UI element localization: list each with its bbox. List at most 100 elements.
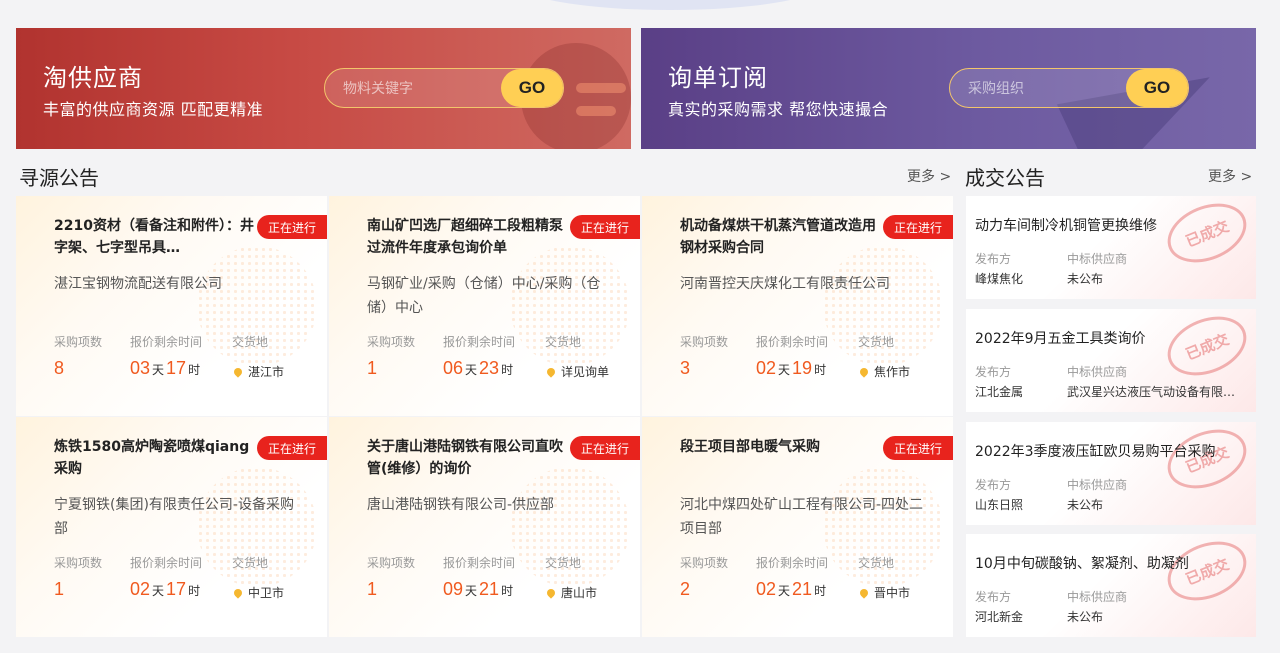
- winner-value: 未公布: [1067, 272, 1104, 286]
- card-company: 宁夏钢铁(集团)有限责任公司-设备采购部: [54, 497, 294, 537]
- hour-unit: 时: [188, 584, 201, 598]
- banner-subtitle: 真实的采购需求 帮您快速撮合: [668, 100, 889, 119]
- delivery-label: 交货地: [545, 556, 582, 570]
- items-count: 1: [367, 579, 378, 599]
- deal-title[interactable]: 动力车间制冷机铜管更换维修: [975, 215, 1157, 235]
- delivery-place-text: 晋中市: [874, 586, 911, 600]
- remaining-label: 报价剩余时间: [756, 335, 829, 349]
- winner-label: 中标供应商: [1067, 478, 1128, 492]
- day-unit: 天: [465, 584, 478, 598]
- delivery-place-text: 详见询单: [561, 365, 610, 379]
- status-badge: 正在进行: [570, 215, 640, 239]
- deal-title[interactable]: 2022年3季度液压缸欧贝易购平台采购: [975, 441, 1216, 461]
- deal-title[interactable]: 10月中旬碳酸钠、絮凝剂、助凝剂: [975, 553, 1189, 573]
- sourcing-card[interactable]: 炼铁1580高炉陶瓷喷煤qiang采购 正在进行宁夏钢铁(集团)有限责任公司-设备…: [16, 417, 327, 637]
- inquiry-go-button[interactable]: GO: [1126, 69, 1188, 107]
- day-unit: 天: [152, 584, 165, 598]
- status-badge: 正在进行: [570, 436, 640, 460]
- location-pin-icon: [545, 366, 557, 378]
- deals-more-link[interactable]: 更多 >: [1208, 166, 1252, 186]
- inquiry-search-box: GO: [949, 68, 1189, 108]
- remaining-days: 06: [443, 358, 464, 378]
- delivery-place: 中卫市: [232, 584, 285, 601]
- card-company: 河北中煤四处矿山工程有限公司-四处二项目部: [680, 497, 924, 537]
- location-pin-icon: [545, 587, 557, 599]
- card-title[interactable]: 关于唐山港陆钢铁有限公司直吹管(维修）的询价: [367, 436, 567, 480]
- remaining-time: 02 天 21 时: [756, 579, 828, 600]
- sourcing-more-link[interactable]: 更多 >: [907, 166, 951, 186]
- remaining-hours: 19: [792, 358, 813, 378]
- remaining-time: 09 天 21 时: [443, 579, 515, 600]
- header-glow-decoration: [520, 0, 820, 10]
- deal-item[interactable]: 已成交 10月中旬碳酸钠、絮凝剂、助凝剂 发布方 中标供应商 河北新金 未公布: [966, 534, 1256, 637]
- publisher-label: 发布方: [975, 478, 1012, 492]
- day-unit: 天: [778, 363, 791, 377]
- remaining-days: 02: [130, 579, 151, 599]
- supplier-search-box: GO: [324, 68, 564, 108]
- card-title[interactable]: 2210资材（看备注和附件）：井字架、七字型吊具…: [54, 215, 254, 259]
- publisher-label: 发布方: [975, 365, 1012, 379]
- delivery-place: 焦作市: [858, 363, 910, 380]
- sourcing-card[interactable]: 段王项目部电暖气采购 正在进行 河北中煤四处矿山工程有限公司-四处二项目部 采购项数 报…: [642, 417, 953, 637]
- day-unit: 天: [778, 584, 791, 598]
- publisher-label: 发布方: [975, 590, 1012, 604]
- remaining-days: 02: [756, 579, 777, 599]
- location-pin-icon: [858, 587, 870, 599]
- sourcing-card[interactable]: 关于唐山港陆钢铁有限公司直吹管(维修）的询价 正在进行唐山港陆钢铁有限公司-供应部…: [329, 417, 640, 637]
- deal-title[interactable]: 2022年9月五金工具类询价: [975, 328, 1146, 348]
- status-badge: 正在进行: [257, 215, 327, 239]
- delivery-place-text: 中卫市: [248, 586, 285, 600]
- remaining-label: 报价剩余时间: [756, 556, 829, 570]
- banner-title: 淘供应商: [43, 64, 143, 92]
- hour-unit: 时: [814, 584, 827, 598]
- hour-unit: 时: [501, 363, 514, 377]
- bar-decoration: [576, 106, 616, 116]
- card-title[interactable]: 南山矿凹选厂超细碎工段粗精泵过流件年度承包询价单: [367, 215, 567, 259]
- items-label: 采购项数: [54, 335, 103, 349]
- deal-item[interactable]: 已成交 2022年3季度液压缸欧贝易购平台采购 发布方 中标供应商 山东日照 未公布: [966, 422, 1256, 525]
- items-count: 3: [680, 358, 691, 378]
- remaining-hours: 17: [166, 579, 187, 599]
- remaining-hours: 23: [479, 358, 500, 378]
- material-keyword-input[interactable]: [343, 78, 493, 100]
- banner-subtitle: 丰富的供应商资源 匹配更精准: [43, 100, 264, 119]
- winner-value: 未公布: [1067, 610, 1104, 624]
- card-title[interactable]: 段王项目部电暖气采购: [680, 436, 880, 458]
- remaining-time: 02 天 19 时: [756, 358, 828, 379]
- delivery-label: 交货地: [232, 556, 269, 570]
- sourcing-card[interactable]: 2210资材（看备注和附件）：井字架、七字型吊具… 正在进行湛江宝钢物流配送有限公…: [16, 196, 327, 416]
- publisher-value: 峰煤焦化: [975, 272, 1024, 286]
- banner-title: 询单订阅: [668, 64, 768, 92]
- card-title[interactable]: 机动备煤烘干机蒸汽管道改造用钢材采购合同: [680, 215, 880, 259]
- status-badge: 正在进行: [257, 436, 327, 460]
- deal-item[interactable]: 已成交 动力车间制冷机铜管更换维修 发布方 中标供应商 峰煤焦化 未公布: [966, 196, 1256, 299]
- day-unit: 天: [152, 363, 165, 377]
- publisher-value: 山东日照: [975, 498, 1024, 512]
- publisher-label: 发布方: [975, 252, 1012, 266]
- winner-value: 未公布: [1067, 498, 1104, 512]
- inquiry-subscribe-banner: 询单订阅 真实的采购需求 帮您快速撮合 GO: [641, 28, 1256, 149]
- location-pin-icon: [232, 587, 244, 599]
- remaining-days: 03: [130, 358, 151, 378]
- remaining-hours: 21: [792, 579, 813, 599]
- deal-item[interactable]: 已成交 2022年9月五金工具类询价 发布方 中标供应商 江北金属 武汉星兴达液压气动设备…: [966, 309, 1256, 412]
- remaining-label: 报价剩余时间: [130, 335, 203, 349]
- supplier-go-button[interactable]: GO: [501, 69, 563, 107]
- remaining-label: 报价剩余时间: [443, 556, 516, 570]
- winner-label: 中标供应商: [1067, 252, 1128, 266]
- purchase-org-input[interactable]: [968, 78, 1118, 100]
- remaining-time: 06 天 23 时: [443, 358, 515, 379]
- items-count: 2: [680, 579, 691, 599]
- remaining-time: 03 天 17 时: [130, 358, 202, 379]
- delivery-label: 交货地: [858, 556, 895, 570]
- card-title[interactable]: 炼铁1580高炉陶瓷喷煤qiang采购: [54, 436, 254, 480]
- items-label: 采购项数: [680, 556, 729, 570]
- remaining-hours: 21: [479, 579, 500, 599]
- card-company: 唐山港陆钢铁有限公司-供应部: [367, 497, 555, 513]
- hour-unit: 时: [814, 363, 827, 377]
- remaining-hours: 17: [166, 358, 187, 378]
- deals-section-title: 成交公告: [965, 166, 1045, 190]
- card-company: 湛江宝钢物流配送有限公司: [54, 276, 222, 292]
- sourcing-card[interactable]: 机动备煤烘干机蒸汽管道改造用钢材采购合同 正在进行 河南晋控天庆煤化工有限责任公司采…: [642, 196, 953, 416]
- sourcing-card[interactable]: 南山矿凹选厂超细碎工段粗精泵过流件年度承包询价单 正在进行 马钢矿业/采购（仓储）中…: [329, 196, 640, 416]
